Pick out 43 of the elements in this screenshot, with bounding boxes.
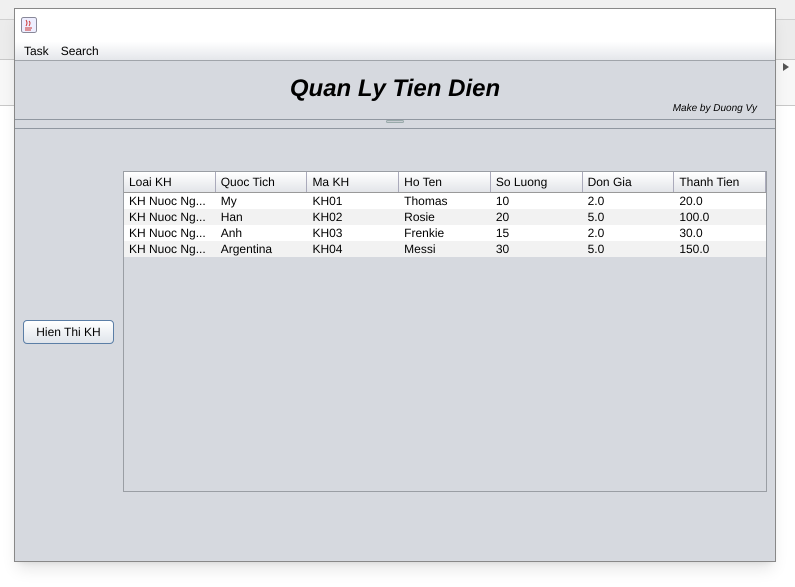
show-customers-button[interactable]: Hien Thi KH (23, 320, 114, 344)
table-cell-text: 30 (494, 241, 510, 257)
table-cell-text: KH Nuoc Ng... (128, 209, 207, 225)
table-cell-text: KH Nuoc Ng... (128, 225, 207, 241)
table-cell-text: 2.0 (586, 193, 606, 209)
cup-icon (21, 17, 37, 33)
table-cell-text: My (220, 193, 238, 209)
column-header[interactable]: Ho Ten (399, 172, 491, 192)
table-cell-text: 150.0 (678, 241, 710, 257)
table-cell-text: Rosie (403, 209, 436, 225)
table-cell-text: Frenkie (403, 225, 446, 241)
column-header[interactable]: Loai KH (124, 172, 216, 192)
table-cell-text: 15 (494, 225, 510, 241)
table-cell-text: 30.0 (678, 225, 704, 241)
triangle-icon (782, 62, 790, 72)
table-cell-text: Han (220, 209, 244, 225)
table-cell-text: 20 (494, 209, 510, 225)
table-cell-text: 5.0 (586, 209, 606, 225)
table-cell-text: KH Nuoc Ng... (128, 193, 207, 209)
table-cell-text: 20.0 (678, 193, 704, 209)
table-cell-text: KH04 (311, 241, 344, 257)
table-cell-text: KH Nuoc Ng... (128, 241, 207, 257)
table-cell-text: 2.0 (586, 225, 606, 241)
column-header[interactable]: Quoc Tich (216, 172, 308, 192)
splitter[interactable] (15, 119, 775, 129)
column-header[interactable]: Thanh Tien (674, 172, 766, 192)
table-cell-text: KH01 (311, 193, 344, 209)
column-header[interactable]: So Luong (490, 172, 583, 192)
column-header[interactable]: Ma KH (307, 172, 400, 192)
table-cell-text: KH02 (311, 209, 344, 225)
table-cell-text: Anh (220, 225, 244, 241)
table-cell-text: 100.0 (678, 209, 710, 225)
app-title: Quan Ly Tien Dien (290, 74, 500, 104)
menu-item[interactable]: Task (21, 42, 52, 60)
table-cell-text: Messi (403, 241, 436, 257)
table-cell-text: 10 (494, 193, 510, 209)
menu-item[interactable]: Search (58, 42, 102, 60)
credit-text: Make by Duong Vy (672, 102, 757, 116)
table-cell-text: Thomas (403, 193, 449, 209)
table-cell-text: Argentina (220, 241, 274, 257)
column-header[interactable]: Don Gia (582, 172, 674, 192)
table-cell-text: KH03 (311, 225, 344, 241)
table-cell-text: 5.0 (586, 241, 606, 257)
